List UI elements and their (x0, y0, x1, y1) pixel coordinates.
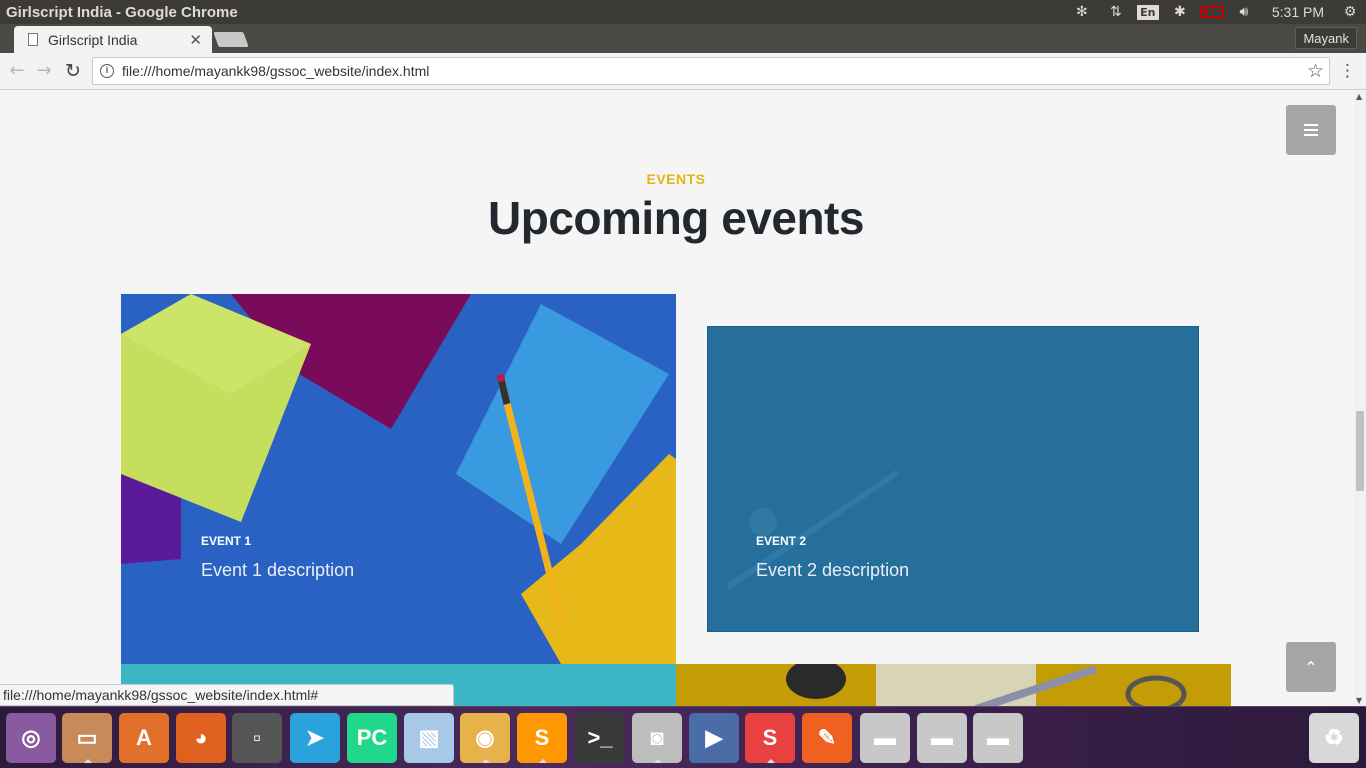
workspace-switcher-icon[interactable]: ▫ (232, 713, 282, 763)
video-editor-icon[interactable]: ▶ (689, 713, 739, 763)
files-icon[interactable]: ▭ (62, 713, 112, 763)
network-arrows-icon[interactable]: ⇅ (1100, 0, 1132, 24)
new-tab-button[interactable] (213, 32, 249, 47)
running-indicator (482, 759, 490, 763)
inkscape-icon[interactable]: ✎ (802, 713, 852, 763)
link-status-bubble: file:///home/mayankk98/gssoc_website/ind… (0, 684, 454, 706)
drive-icon-2[interactable]: ▬ (917, 713, 967, 763)
bookmark-star-icon[interactable]: ☆ (1307, 60, 1324, 83)
scroll-to-top-button[interactable]: ⌃ (1286, 642, 1336, 692)
event-1-description: Event 1 description (201, 560, 355, 580)
trash-icon[interactable]: ♻ (1309, 713, 1359, 763)
ubuntu-logo-icon[interactable]: ◎ (6, 713, 56, 763)
site-info-icon[interactable]: i (100, 64, 114, 78)
page-title: Upcoming events (488, 192, 864, 244)
page-scrollbar[interactable]: ▲ ▼ (1354, 91, 1366, 706)
unity-launcher: ◎ ▭ A ◕ ▫ ➤ PC ▧ ◉ S >_ ◙ ▶ S ✎ ▬ ▬ ▬ ♻ (0, 706, 1366, 768)
address-bar[interactable]: i file:///home/mayankk98/gssoc_website/i… (92, 57, 1330, 85)
close-tab-icon[interactable]: ✕ (189, 31, 202, 49)
event-2-background-image (708, 327, 1198, 631)
settings-gear-icon[interactable]: ✻ (1068, 0, 1100, 24)
power-gear-icon[interactable]: ⚙ (1334, 0, 1366, 24)
clock[interactable]: 5:31 PM (1260, 4, 1334, 20)
browser-tab-strip: Girlscript India ✕ Mayank (0, 24, 1366, 53)
pycharm-icon[interactable]: PC (347, 713, 397, 763)
slack-icon[interactable]: S (745, 713, 795, 763)
chrome-menu-icon[interactable]: ⋮ (1339, 61, 1356, 81)
event-card-1[interactable]: EVENT 1 Event 1 description (121, 294, 676, 664)
battery-icon[interactable] (1196, 0, 1228, 24)
window-title: Girlscript India - Google Chrome (6, 3, 238, 21)
virtualbox-icon[interactable]: ▧ (404, 713, 454, 763)
firefox-icon[interactable]: ◕ (176, 713, 226, 763)
system-indicators: ✻ ⇅ En ✱ 🔊︎ 5:31 PM ⚙ (1068, 0, 1366, 24)
back-arrow-icon[interactable]: ← (7, 61, 27, 81)
running-indicator (654, 759, 662, 763)
forward-arrow-icon[interactable]: → (34, 61, 54, 81)
page-favicon-icon (28, 33, 38, 46)
event-1-label: EVENT 1 (201, 534, 252, 548)
os-top-panel: Girlscript India - Google Chrome ✻ ⇅ En … (0, 0, 1366, 24)
scrollbar-thumb[interactable] (1356, 411, 1364, 491)
event-card-2[interactable]: EVENT 2 Event 2 description (707, 326, 1199, 632)
screenshot-icon[interactable]: ◙ (632, 713, 682, 763)
chrome-icon[interactable]: ◉ (460, 713, 510, 763)
tab-girlscript[interactable]: Girlscript India ✕ (14, 26, 212, 53)
telegram-icon[interactable]: ➤ (290, 713, 340, 763)
scroll-down-arrow-icon[interactable]: ▼ (1356, 696, 1362, 705)
terminal-icon[interactable]: >_ (575, 713, 625, 763)
event-2-label: EVENT 2 (756, 534, 807, 548)
profile-button[interactable]: Mayank (1295, 27, 1357, 49)
drive-icon-1[interactable]: ▬ (860, 713, 910, 763)
page-viewport: EVENTS Upcoming events EVENT 1 Event 1 d… (0, 91, 1354, 706)
event-2-description: Event 2 description (756, 560, 910, 580)
running-indicator (767, 759, 775, 763)
bluetooth-icon[interactable]: ✱ (1164, 0, 1196, 24)
keyboard-layout-indicator[interactable]: En (1132, 0, 1164, 24)
running-indicator (84, 759, 92, 763)
scroll-up-arrow-icon[interactable]: ▲ (1356, 92, 1362, 101)
tab-title: Girlscript India (48, 31, 138, 48)
reload-icon[interactable]: ↻ (63, 61, 83, 81)
section-eyebrow: EVENTS (646, 171, 706, 187)
sublime-text-icon[interactable]: S (517, 713, 567, 763)
event-1-background-image (121, 294, 676, 664)
hamburger-menu-button[interactable] (1286, 105, 1336, 155)
drive-icon-3[interactable]: ▬ (973, 713, 1023, 763)
event-4-background-image (676, 664, 1231, 706)
browser-toolbar: ← → ↻ i file:///home/mayankk98/gssoc_web… (0, 53, 1366, 90)
volume-icon[interactable]: 🔊︎ (1228, 0, 1260, 24)
event-card-4[interactable] (676, 664, 1231, 706)
address-url[interactable]: file:///home/mayankk98/gssoc_website/ind… (122, 63, 429, 79)
software-center-icon[interactable]: A (119, 713, 169, 763)
running-indicator (539, 759, 547, 763)
